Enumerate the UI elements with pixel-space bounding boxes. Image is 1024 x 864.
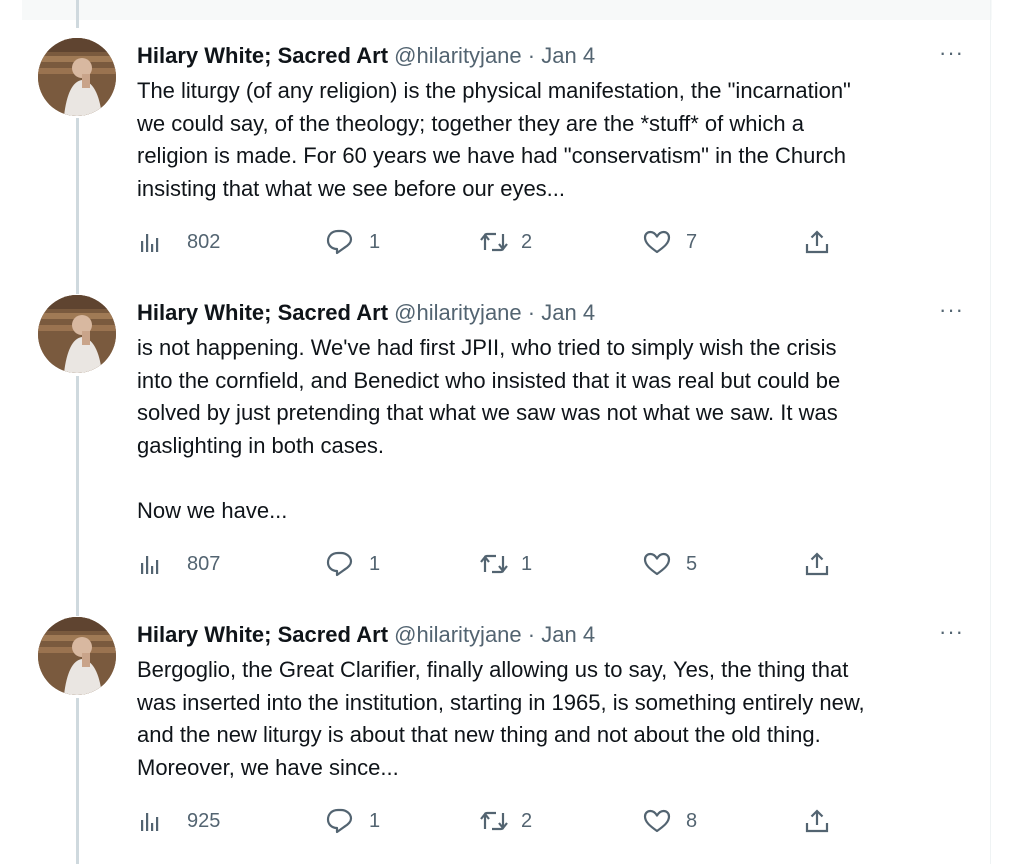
views-count: 925 (187, 809, 221, 832)
tweet[interactable]: Hilary White; Sacred Art @hilarityjane ·… (22, 277, 990, 607)
like-icon (643, 809, 671, 833)
like-button[interactable]: 5 (642, 549, 697, 579)
tweet-date[interactable]: Jan 4 (541, 43, 595, 68)
views-button[interactable]: 802 (137, 227, 220, 257)
tweet-text: The liturgy (of any religion) is the phy… (137, 78, 851, 201)
reply-icon (326, 808, 353, 834)
more-icon[interactable]: ··· (939, 619, 964, 645)
avatar[interactable] (38, 38, 116, 116)
views-count: 802 (187, 230, 221, 253)
tweet-header: Hilary White; Sacred Art @hilarityjane ·… (137, 298, 970, 328)
reply-count: 1 (369, 809, 381, 832)
like-button[interactable]: 8 (642, 806, 697, 836)
retweet-count: 1 (521, 552, 533, 575)
like-count: 5 (686, 552, 698, 575)
like-count: 7 (686, 230, 698, 253)
author-handle[interactable]: @hilarityjane (394, 43, 522, 68)
views-button[interactable]: 925 (137, 806, 220, 836)
like-count: 8 (686, 809, 698, 832)
reply-count: 1 (369, 230, 381, 253)
retweet-count: 2 (521, 230, 533, 253)
avatar[interactable] (38, 617, 116, 695)
reply-button[interactable]: 1 (325, 549, 380, 579)
avatar[interactable] (38, 295, 116, 373)
reply-count: 1 (369, 552, 381, 575)
reply-icon (326, 229, 353, 255)
reply-button[interactable]: 1 (325, 227, 380, 257)
tweet[interactable]: Hilary White; Sacred Art @hilarityjane ·… (22, 20, 990, 282)
views-icon (141, 234, 159, 252)
retweet-count: 2 (521, 809, 533, 832)
share-button[interactable] (803, 806, 831, 836)
views-count: 807 (187, 552, 221, 575)
separator: · (527, 300, 536, 325)
retweet-button[interactable]: 1 (479, 549, 532, 579)
tweet-text: is not happening. We've had first JPII, … (137, 335, 841, 523)
separator: · (527, 622, 536, 647)
tweet-header: Hilary White; Sacred Art @hilarityjane ·… (137, 41, 970, 71)
author-handle[interactable]: @hilarityjane (394, 300, 522, 325)
share-button[interactable] (803, 549, 831, 579)
retweet-button[interactable]: 2 (479, 227, 532, 257)
tweet-date[interactable]: Jan 4 (541, 300, 595, 325)
author-name[interactable]: Hilary White; Sacred Art (137, 43, 388, 68)
retweet-button[interactable]: 2 (479, 806, 532, 836)
retweet-icon (480, 232, 508, 252)
tweet-header: Hilary White; Sacred Art @hilarityjane ·… (137, 620, 970, 650)
timeline-border (990, 0, 991, 864)
author-handle[interactable]: @hilarityjane (394, 622, 522, 647)
avatar-image (38, 38, 116, 116)
like-icon (643, 230, 671, 254)
separator: · (527, 43, 536, 68)
tweet[interactable]: Hilary White; Sacred Art @hilarityjane ·… (22, 599, 990, 864)
tweet-date[interactable]: Jan 4 (541, 622, 595, 647)
views-icon (141, 813, 159, 831)
share-icon (805, 552, 829, 576)
tweet-actions: 807 1 1 5 (137, 549, 837, 579)
reply-button[interactable]: 1 (325, 806, 380, 836)
views-button[interactable]: 807 (137, 549, 220, 579)
share-icon (805, 809, 829, 833)
share-icon (805, 230, 829, 254)
avatar-image (38, 617, 116, 695)
share-button[interactable] (803, 227, 831, 257)
tweet-actions: 925 1 2 8 (137, 806, 837, 836)
like-icon (643, 552, 671, 576)
tweet-text: Bergoglio, the Great Clarifier, finally … (137, 657, 865, 780)
tweet-actions: 802 1 2 7 (137, 227, 837, 257)
views-icon (141, 556, 159, 574)
author-name[interactable]: Hilary White; Sacred Art (137, 622, 388, 647)
author-name[interactable]: Hilary White; Sacred Art (137, 300, 388, 325)
more-icon[interactable]: ··· (939, 297, 964, 323)
retweet-icon (480, 811, 508, 831)
more-icon[interactable]: ··· (939, 40, 964, 66)
avatar-image (38, 295, 116, 373)
reply-icon (326, 551, 353, 577)
like-button[interactable]: 7 (642, 227, 697, 257)
previous-tweet-strip (22, 0, 992, 20)
retweet-icon (480, 554, 508, 574)
